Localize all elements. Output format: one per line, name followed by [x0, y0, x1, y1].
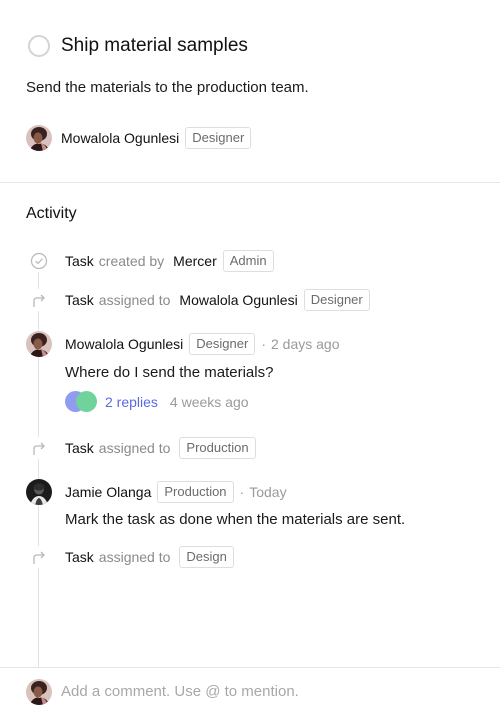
arrow-turn-icon — [26, 289, 52, 311]
replies-link[interactable]: 2 replies — [105, 394, 158, 410]
assignee[interactable]: Mowalola Ogunlesi Designer — [26, 125, 252, 151]
separator-dot: · — [261, 336, 266, 352]
event-text: Jamie Olanga Production · Today — [65, 481, 287, 503]
event-text: Task created by Mercer Admin — [65, 250, 274, 272]
activity-event: Task created by Mercer Admin — [26, 250, 274, 272]
check-circle-icon — [26, 250, 52, 272]
event-verb: created by — [98, 253, 165, 269]
separator-dot: · — [239, 484, 245, 500]
reply-avatar — [76, 391, 97, 412]
event-subject: Task — [65, 253, 94, 269]
comment-author[interactable]: Jamie Olanga — [65, 484, 151, 500]
comment-header: Jamie Olanga Production · Today — [26, 479, 287, 505]
role-badge: Production — [157, 481, 234, 503]
comment-composer — [0, 667, 500, 715]
comment-time: Today — [249, 484, 287, 500]
task-title: Ship material samples — [61, 35, 248, 56]
event-verb: assigned to — [98, 292, 171, 308]
team-badge: Production — [179, 437, 256, 459]
task-description: Send the materials to the production tea… — [26, 79, 309, 96]
comment-author[interactable]: Mowalola Ogunlesi — [65, 336, 183, 352]
activity-event: Task assigned to Production — [26, 437, 256, 459]
task-header: Ship material samples Send the materials… — [0, 0, 500, 183]
event-subject: Task — [65, 440, 94, 456]
event-subject: Task — [65, 549, 94, 565]
event-text: Mowalola Ogunlesi Designer · 2 days ago — [65, 333, 340, 355]
avatar — [26, 125, 52, 151]
activity-event: Task assigned to Mowalola Ogunlesi Desig… — [26, 289, 370, 311]
event-text: Task assigned to Production — [65, 437, 256, 459]
event-text: Task assigned to Mowalola Ogunlesi Desig… — [65, 289, 370, 311]
comment-body: Mark the task as done when the materials… — [65, 511, 406, 528]
role-badge: Designer — [189, 333, 256, 355]
role-badge: Designer — [185, 127, 252, 149]
event-actor[interactable]: Mercer — [173, 253, 217, 269]
event-actor[interactable]: Mowalola Ogunlesi — [179, 292, 297, 308]
role-badge: Admin — [222, 250, 274, 272]
comment-time: 2 days ago — [271, 336, 340, 352]
avatar — [26, 479, 52, 505]
comment-header: Mowalola Ogunlesi Designer · 2 days ago — [26, 331, 340, 357]
reply-avatars — [65, 391, 97, 413]
event-subject: Task — [65, 292, 94, 308]
arrow-turn-icon — [26, 437, 52, 459]
role-badge: Designer — [303, 289, 370, 311]
event-verb: assigned to — [98, 549, 171, 565]
complete-task-checkbox[interactable] — [28, 35, 50, 57]
event-verb: assigned to — [98, 440, 171, 456]
team-badge: Design — [179, 546, 234, 568]
timeline-line — [38, 268, 39, 668]
activity-heading: Activity — [26, 205, 77, 222]
avatar — [26, 331, 52, 357]
comment-body: Where do I send the materials? — [65, 364, 274, 381]
activity-event: Task assigned to Design — [26, 546, 234, 568]
assignee-name: Mowalola Ogunlesi — [61, 130, 180, 146]
title-row: Ship material samples — [28, 35, 248, 57]
event-text: Task assigned to Design — [65, 546, 234, 568]
arrow-turn-icon — [26, 546, 52, 568]
replies-time: 4 weeks ago — [169, 394, 249, 410]
comment-input[interactable] — [61, 683, 481, 700]
avatar — [26, 678, 52, 705]
replies-row: 2 replies 4 weeks ago — [65, 391, 249, 413]
